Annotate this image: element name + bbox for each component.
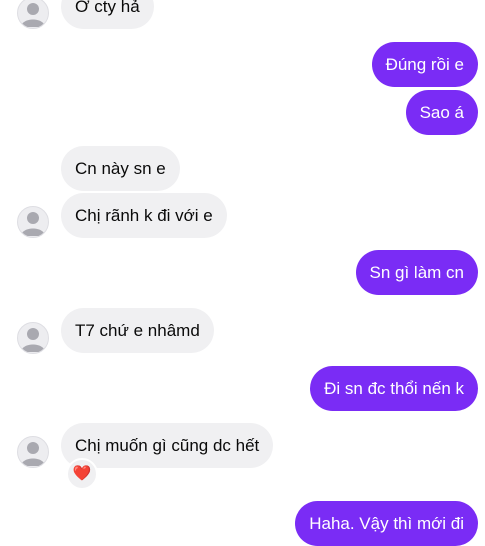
contact-avatar[interactable] <box>17 322 49 354</box>
person-icon <box>21 212 45 236</box>
contact-avatar[interactable] <box>17 206 49 238</box>
incoming-message[interactable]: Cn này sn e <box>61 146 180 191</box>
person-icon <box>21 442 45 466</box>
heart-reaction-badge[interactable]: ❤️ <box>66 458 98 490</box>
chat-thread: Ở cty hả Đúng rồi e Sao á Cn này sn e Ch… <box>0 0 485 546</box>
outgoing-message[interactable]: Đúng rồi e <box>371 42 478 87</box>
incoming-message[interactable]: Chị rãnh k đi với e <box>61 193 227 238</box>
incoming-message[interactable]: T7 chứ e nhâmd <box>61 308 214 353</box>
outgoing-message[interactable]: Sn gì làm cn <box>355 250 478 295</box>
contact-avatar[interactable] <box>17 436 49 468</box>
outgoing-message[interactable]: Haha. Vậy thì mới đi <box>295 501 478 546</box>
contact-avatar[interactable] <box>17 0 49 29</box>
person-icon <box>21 3 45 27</box>
person-icon <box>21 328 45 352</box>
outgoing-message[interactable]: Đi sn đc thổi nến k <box>310 366 478 411</box>
heart-icon: ❤️ <box>72 465 92 482</box>
incoming-message[interactable]: Ở cty hả <box>61 0 154 29</box>
outgoing-message[interactable]: Sao á <box>405 90 478 135</box>
